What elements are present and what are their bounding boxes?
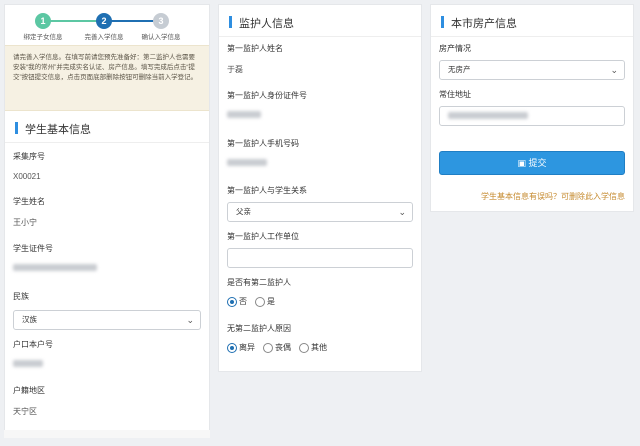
address-value-redacted (448, 112, 528, 120)
reason-divorced-label: 离异 (239, 343, 255, 352)
region-label: 户籍地区 (13, 386, 45, 395)
guardian-panel: 监护人信息 第一监护人姓名 于磊 第一监护人身份证件号 第一监护人手机号码 第一… (218, 4, 422, 372)
radio-unchecked-icon (263, 342, 273, 353)
student-id-value-redacted (13, 264, 201, 273)
panel-bottom-edge (4, 430, 210, 438)
radio-unchecked-icon (255, 296, 265, 307)
no-second-reason-label: 无第二监护人原因 (227, 324, 291, 333)
address-input[interactable] (439, 106, 625, 126)
reason-divorced[interactable]: 离异 (227, 342, 255, 353)
student-section-title: 学生基本信息 (5, 121, 209, 143)
reason-radios: 离异 丧偶 其他 (227, 342, 413, 353)
chevron-down-icon: ⌄ (398, 207, 406, 217)
radio-checked-icon (227, 296, 237, 307)
relation-label: 第一监护人与学生关系 (227, 186, 307, 195)
instructions-notice: 请完善入学信息。在填写前请您预先准备好：第二监护人也需要安装“我的常州”并完成实… (5, 45, 209, 111)
work-input[interactable] (227, 248, 413, 268)
reason-other-label: 其他 (311, 343, 327, 352)
delete-registration-link[interactable]: 学生基本信息有误吗？可删除此入学信息 (481, 191, 625, 202)
guardian-name-field: 第一监护人姓名 于磊 (227, 43, 413, 75)
ethnic-label: 民族 (13, 292, 29, 301)
step-1: 1 绑定子女信息 (18, 13, 68, 41)
step-2-label: 完善入学信息 (84, 34, 124, 41)
student-name-label: 学生姓名 (13, 197, 45, 206)
region-value: 天宁区 (13, 407, 37, 416)
relation-select[interactable]: 父亲 ⌄ (227, 202, 413, 222)
student-name-value: 王小宁 (13, 218, 37, 227)
hukou-field: 户口本户号 (13, 339, 201, 369)
ethnic-select[interactable]: 汉族 ⌄ (13, 310, 201, 330)
guardian-id-label: 第一监护人身份证件号 (227, 91, 307, 100)
guardian-phone-field: 第一监护人手机号码 (227, 138, 413, 168)
radio-checked-icon (227, 342, 237, 353)
step-1-circle: 1 (35, 13, 51, 29)
guardian-id-field: 第一监护人身份证件号 (227, 90, 413, 120)
ethnic-field: 民族 汉族 ⌄ (13, 291, 201, 330)
student-name-field: 学生姓名 王小宁 (13, 196, 201, 228)
address-field: 常住地址 (439, 89, 625, 126)
relation-select-value: 父亲 (236, 207, 251, 216)
student-section-title-text: 学生基本信息 (25, 124, 91, 136)
hukou-value-redacted (13, 360, 201, 369)
guardian-section-title-text: 监护人信息 (239, 18, 294, 30)
region-field: 户籍地区 天宁区 (13, 385, 201, 417)
student-id-label: 学生证件号 (13, 244, 53, 253)
radio-unchecked-icon (299, 342, 309, 353)
submit-label: 提交 (528, 158, 547, 168)
submit-button[interactable]: ▣ 提交 (439, 151, 625, 175)
section-accent-bar (229, 16, 232, 28)
chevron-down-icon: ⌄ (186, 315, 194, 325)
house-status-select[interactable]: 无房产 ⌄ (439, 60, 625, 80)
second-guardian-no-label: 否 (239, 297, 247, 306)
guardian-name-value: 于磊 (227, 65, 243, 74)
no-second-reason-field: 无第二监护人原因 离异 丧偶 其他 (227, 323, 413, 353)
house-panel: 本市房产信息 房产情况 无房产 ⌄ 常住地址 ▣ 提交 学生基本信息有误吗？可删… (430, 4, 634, 212)
step-2-circle: 2 (96, 13, 112, 29)
guardian-id-value-redacted (227, 111, 413, 120)
serial-value: X00021 (13, 172, 41, 181)
section-accent-bar (15, 122, 18, 134)
second-guardian-label: 是否有第二监护人 (227, 278, 291, 287)
guardian-phone-label: 第一监护人手机号码 (227, 139, 299, 148)
reason-other[interactable]: 其他 (299, 342, 327, 353)
relation-field: 第一监护人与学生关系 父亲 ⌄ (227, 185, 413, 222)
second-guardian-no[interactable]: 否 (227, 296, 247, 307)
chevron-down-icon: ⌄ (610, 65, 618, 75)
progress-stepper: 1 绑定子女信息 2 完善入学信息 3 确认入学信息 (5, 5, 209, 45)
student-id-field: 学生证件号 (13, 243, 201, 273)
house-status-value: 无房产 (448, 65, 471, 74)
second-guardian-field: 是否有第二监护人 否 是 (227, 277, 413, 307)
reason-widowed[interactable]: 丧偶 (263, 342, 291, 353)
section-accent-bar (441, 16, 444, 28)
house-section-title: 本市房产信息 (431, 15, 633, 37)
second-guardian-yes-label: 是 (267, 297, 275, 306)
guardian-name-label: 第一监护人姓名 (227, 44, 283, 53)
second-guardian-radios: 否 是 (227, 296, 413, 307)
work-field: 第一监护人工作单位 (227, 231, 413, 268)
house-status-label: 房产情况 (439, 44, 471, 53)
guardian-section-title: 监护人信息 (219, 15, 421, 37)
serial-label: 采集序号 (13, 152, 45, 161)
step-3-circle: 3 (153, 13, 169, 29)
second-guardian-yes[interactable]: 是 (255, 296, 275, 307)
hukou-label: 户口本户号 (13, 340, 53, 349)
step-2: 2 完善入学信息 (79, 13, 129, 41)
reason-widowed-label: 丧偶 (275, 343, 291, 352)
step-3: 3 确认入学信息 (136, 13, 186, 41)
work-label: 第一监护人工作单位 (227, 232, 299, 241)
ethnic-select-value: 汉族 (22, 315, 37, 324)
student-panel: 1 绑定子女信息 2 完善入学信息 3 确认入学信息 请完善入学信息。在填写前请… (4, 4, 210, 436)
step-3-label: 确认入学信息 (141, 34, 181, 41)
guardian-phone-value-redacted (227, 159, 413, 168)
house-section-title-text: 本市房产信息 (451, 18, 517, 30)
house-status-field: 房产情况 无房产 ⌄ (439, 43, 625, 80)
address-label: 常住地址 (439, 90, 471, 99)
serial-field: 采集序号 X00021 (13, 151, 201, 181)
save-icon: ▣ (517, 158, 526, 168)
step-1-label: 绑定子女信息 (23, 34, 63, 41)
